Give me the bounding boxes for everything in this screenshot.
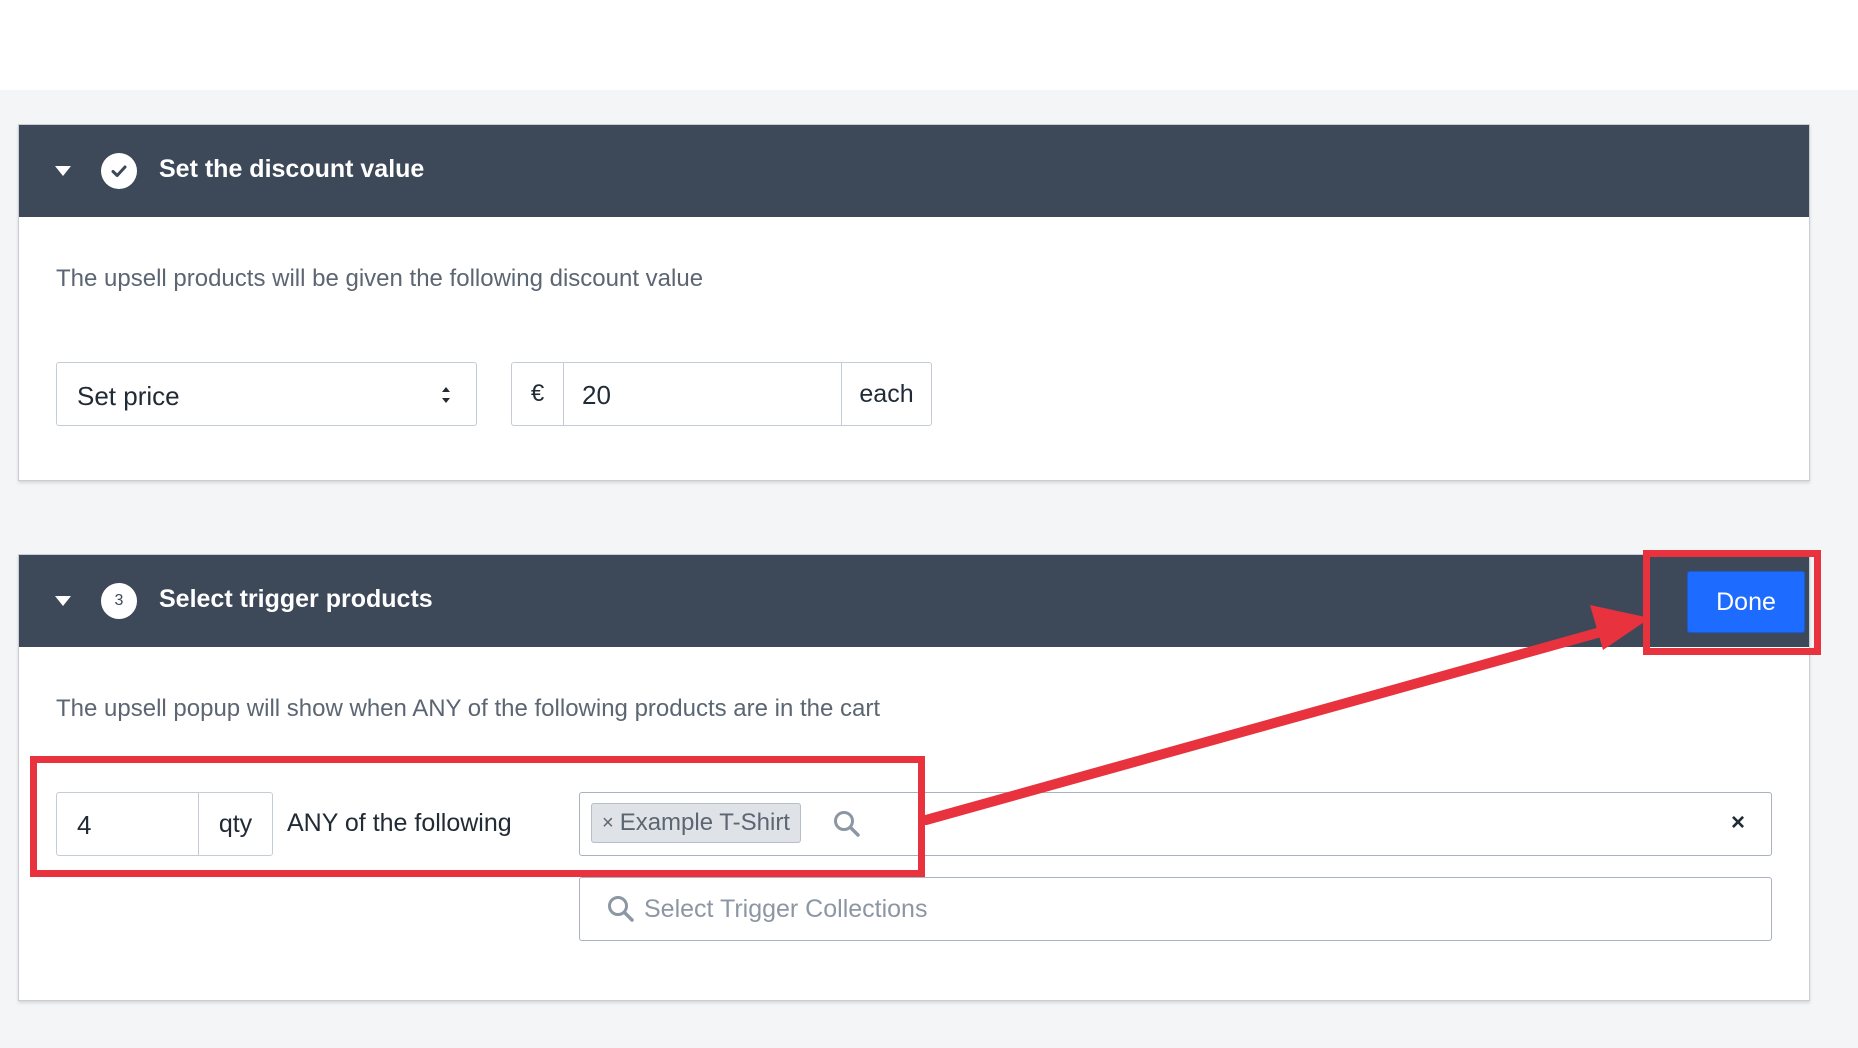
quantity-input[interactable]: 4	[77, 810, 91, 841]
discount-description: The upsell products will be given the fo…	[56, 265, 704, 292]
discount-value-card: Set the discount value The upsell produc…	[18, 124, 1810, 481]
discount-card-header[interactable]: Set the discount value	[19, 125, 1809, 217]
top-bar	[0, 0, 1858, 90]
trigger-collections-search	[579, 877, 1772, 941]
checkmark-icon	[111, 165, 127, 177]
trigger-card-title: Select trigger products	[159, 585, 433, 613]
trigger-product-picker[interactable]: × Example T-Shirt ×	[579, 792, 1772, 856]
collections-search-input[interactable]	[644, 879, 1744, 939]
price-suffix: each	[841, 363, 931, 425]
discount-type-select[interactable]: Set price	[56, 362, 477, 426]
clear-selection-button[interactable]: ×	[1731, 809, 1745, 837]
quantity-suffix: qty	[198, 793, 272, 855]
caret-down-icon[interactable]	[55, 596, 71, 606]
tag-remove-button[interactable]: ×	[602, 812, 614, 835]
trigger-card-header[interactable]: 3 Select trigger products Done	[19, 555, 1809, 647]
selected-product-tag: × Example T-Shirt	[591, 803, 801, 843]
caret-down-icon[interactable]	[55, 166, 71, 176]
tag-label: Example T-Shirt	[619, 809, 790, 836]
discount-type-value: Set price	[77, 381, 180, 411]
currency-prefix: €	[512, 363, 564, 425]
select-arrows-icon	[442, 387, 450, 403]
price-input[interactable]: 20	[582, 380, 611, 411]
search-icon	[608, 896, 634, 922]
done-button[interactable]: Done	[1687, 571, 1805, 633]
price-input-group: € 20 each	[511, 362, 932, 426]
discount-card-title: Set the discount value	[159, 155, 425, 183]
search-icon	[834, 811, 860, 837]
step-number-badge: 3	[101, 583, 137, 619]
trigger-products-card: 3 Select trigger products Done The upsel…	[18, 554, 1810, 1001]
checkmark-circle-icon	[101, 153, 137, 189]
quantity-input-group: 4 qty	[56, 792, 273, 856]
match-label: ANY of the following	[287, 809, 512, 837]
trigger-description: The upsell popup will show when ANY of t…	[56, 695, 881, 722]
